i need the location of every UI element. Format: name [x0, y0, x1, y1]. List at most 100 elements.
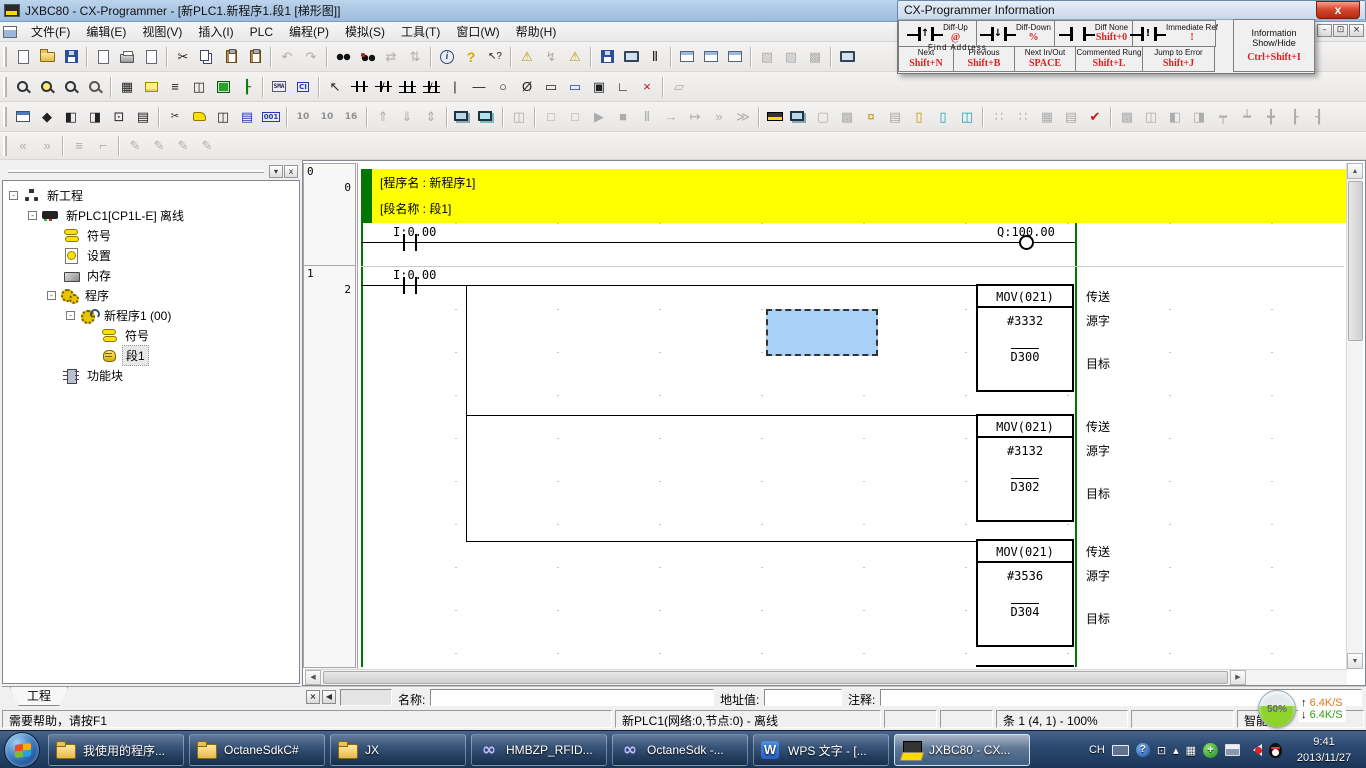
- symbol-bar-button[interactable]: ┠: [235, 75, 259, 98]
- memory-dialog-button[interactable]: ▨: [779, 45, 803, 68]
- scroll-left-button[interactable]: ◀: [305, 670, 321, 685]
- network-speed-widget[interactable]: 50% ↑ 6.4K/S ↓ 6.4K/S: [1258, 690, 1346, 728]
- menu-item-2[interactable]: 编辑(E): [78, 21, 134, 42]
- pause-monitor-button[interactable]: Ⅱ: [643, 45, 667, 68]
- watch-add-button[interactable]: ∷: [987, 105, 1011, 128]
- taskbar-button-7[interactable]: JXBC80 - CX...: [894, 734, 1030, 766]
- tree-expand-box[interactable]: -: [47, 291, 56, 300]
- rung-up-button[interactable]: ⇑: [371, 105, 395, 128]
- name-input[interactable]: [430, 689, 714, 706]
- help-icon[interactable]: ?: [1136, 743, 1150, 757]
- input-language-indicator[interactable]: CH: [1089, 744, 1105, 756]
- find-button[interactable]: [331, 45, 355, 68]
- popup-title-bar[interactable]: CX-Programmer Information: [897, 0, 1366, 20]
- edit-pen-percent2-button[interactable]: ✎: [171, 134, 195, 157]
- rung-margin-cell-0[interactable]: 0 0: [303, 163, 356, 266]
- new-coil-button[interactable]: ○: [491, 75, 515, 98]
- data-trace-button[interactable]: ▩: [835, 105, 859, 128]
- monitor-hold-button[interactable]: □: [539, 105, 563, 128]
- zoom-fit-button[interactable]: [35, 75, 59, 98]
- sidebar-item-symbols[interactable]: 符号: [3, 225, 299, 245]
- menu-item-6[interactable]: 编程(P): [281, 21, 337, 42]
- taskbar-button-5[interactable]: ∞OctaneSdk -...: [612, 734, 748, 766]
- mov-destination-operand[interactable]: D302: [978, 480, 1072, 494]
- transfer-warning-button[interactable]: [619, 45, 643, 68]
- menu-item-5[interactable]: PLC: [242, 23, 281, 41]
- indent-left-button[interactable]: «: [11, 134, 35, 157]
- mov-source-operand[interactable]: #3332: [978, 314, 1072, 328]
- new-inverted-instruction-button[interactable]: ▭: [563, 75, 587, 98]
- scan-run-button[interactable]: »: [707, 105, 731, 128]
- select-mode-button[interactable]: ↖: [323, 75, 347, 98]
- radix-signed-button[interactable]: 10: [315, 105, 339, 128]
- rung-down-button[interactable]: ⇓: [395, 105, 419, 128]
- address-input[interactable]: [764, 689, 842, 706]
- force-on-button[interactable]: ¤: [859, 105, 883, 128]
- memory-gauge[interactable]: 50%: [1258, 690, 1296, 728]
- toolbar-handle[interactable]: [3, 77, 7, 97]
- qq-icon[interactable]: [1269, 743, 1282, 758]
- rung-margin-cell-1[interactable]: 1 2: [303, 265, 356, 668]
- menu-item-10[interactable]: 帮助(H): [508, 21, 565, 42]
- ladder-editor-button[interactable]: ┷: [1235, 105, 1259, 128]
- workspace-close-button[interactable]: x: [284, 165, 298, 178]
- find-warning-button[interactable]: ⚠: [563, 45, 587, 68]
- toolbar-handle[interactable]: [3, 107, 7, 127]
- new-or-closed-contact-button[interactable]: /: [419, 75, 443, 98]
- transfer-to-plc-button[interactable]: ◫: [507, 105, 531, 128]
- jump-to-end-button[interactable]: ≫: [731, 105, 755, 128]
- output-dialog-button[interactable]: ⊡: [107, 105, 131, 128]
- tree-expand-box[interactable]: -: [66, 311, 75, 320]
- properties-button[interactable]: ▤: [131, 105, 155, 128]
- grid-toggle-button[interactable]: ▦: [115, 75, 139, 98]
- sidebar-item-settings[interactable]: 设置: [3, 245, 299, 265]
- fb-io-button[interactable]: ◨: [1187, 105, 1211, 128]
- window-layout-button[interactable]: [11, 105, 35, 128]
- pause-mode-button[interactable]: Ⅱ: [635, 105, 659, 128]
- st-editor-button[interactable]: ┯: [1211, 105, 1235, 128]
- sidebar-item-project[interactable]: -新工程: [3, 185, 299, 205]
- workspace-menu-button[interactable]: ▾: [269, 165, 283, 178]
- io-comment-view-button[interactable]: ◫: [211, 105, 235, 128]
- work-online-button[interactable]: [451, 105, 475, 128]
- antivirus-icon[interactable]: +: [1203, 743, 1218, 758]
- edit-pen-button[interactable]: ✎: [123, 134, 147, 157]
- vscroll-thumb[interactable]: [1348, 181, 1363, 341]
- find-forward-button[interactable]: ⇄: [379, 45, 403, 68]
- new-instruction-button[interactable]: ▭: [539, 75, 563, 98]
- symbol-tag-button[interactable]: [187, 105, 211, 128]
- horizontal-scrollbar[interactable]: ◀ ▶: [305, 669, 1347, 685]
- print-button[interactable]: [115, 45, 139, 68]
- fb-define-button[interactable]: ◧: [1163, 105, 1187, 128]
- monitor-dialog-button[interactable]: ▩: [803, 45, 827, 68]
- hscroll-thumb[interactable]: [323, 671, 1228, 684]
- toolbar-handle[interactable]: [3, 47, 7, 67]
- line-connect-button[interactable]: ∟: [611, 75, 635, 98]
- radix-decimal-button[interactable]: 10: [291, 105, 315, 128]
- new-contact-button[interactable]: [347, 75, 371, 98]
- ime-icon[interactable]: ▦: [1186, 744, 1196, 757]
- fb-instance-button[interactable]: ◫: [1139, 105, 1163, 128]
- mov-source-operand[interactable]: #3132: [978, 444, 1072, 458]
- step-mode-button[interactable]: →: [659, 105, 683, 128]
- watch-remove-button[interactable]: ∷: [1011, 105, 1035, 128]
- renumber-button[interactable]: ⇕: [419, 105, 443, 128]
- fb-right-button[interactable]: ┨: [1307, 105, 1331, 128]
- symbols-dialog-button[interactable]: ▧: [755, 45, 779, 68]
- mnemonic-view-button[interactable]: SMA: [267, 75, 291, 98]
- print-preview-button[interactable]: [139, 45, 163, 68]
- menu-item-8[interactable]: 工具(T): [393, 21, 448, 42]
- radix-hex-button[interactable]: 16: [339, 105, 363, 128]
- taskbar-button-1[interactable]: 我使用的程序...: [48, 734, 184, 766]
- new-horizontal-button[interactable]: —: [467, 75, 491, 98]
- paste-special-button[interactable]: [243, 45, 267, 68]
- backup-warning-button[interactable]: [595, 45, 619, 68]
- new-pid-box-button[interactable]: ▣: [587, 75, 611, 98]
- rung-warning-button[interactable]: ⚠: [515, 45, 539, 68]
- sidebar-item-symbols[interactable]: 符号: [3, 325, 299, 345]
- workspace-grabber[interactable]: [8, 170, 264, 173]
- sidebar-item-programs[interactable]: -程序: [3, 285, 299, 305]
- scroll-up-button[interactable]: ▲: [1347, 163, 1363, 179]
- monitor-hold-trigger-button[interactable]: □: [563, 105, 587, 128]
- coil-q10000[interactable]: [1019, 235, 1034, 250]
